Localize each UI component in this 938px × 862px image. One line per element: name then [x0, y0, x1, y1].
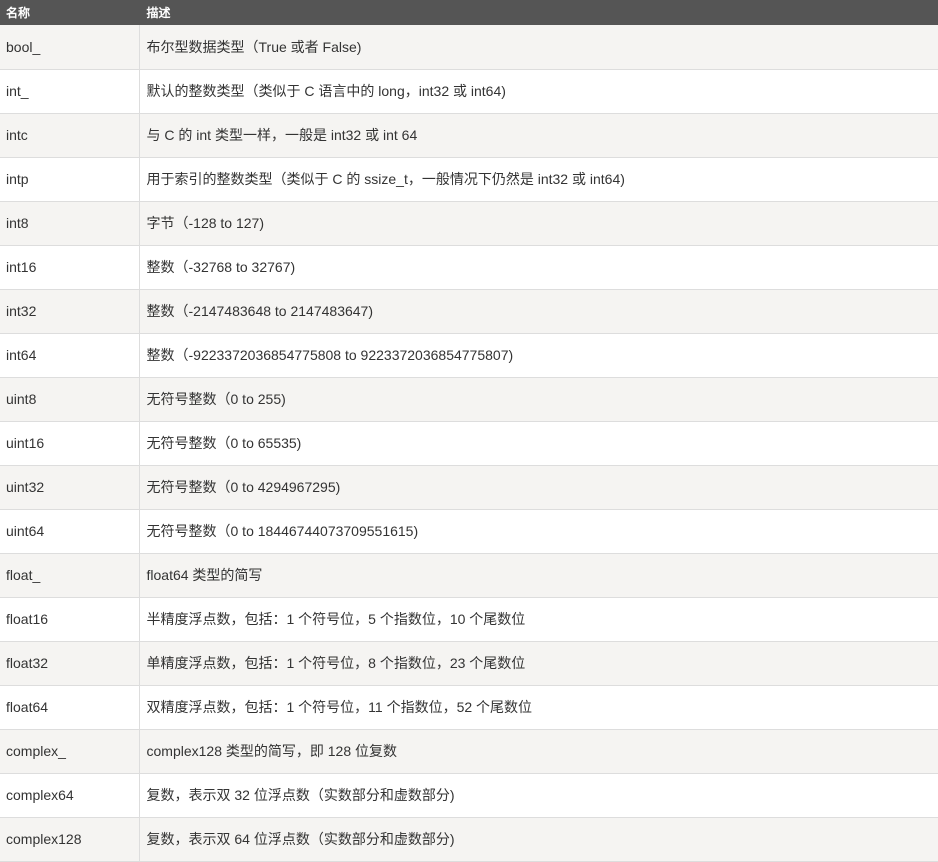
dtype-name-cell: int32 [0, 289, 139, 334]
table-body: bool_ 布尔型数据类型（True 或者 False) int_ 默认的整数类型（类… [0, 25, 938, 862]
table-row: float16 半精度浮点数，包括：1 个符号位，5 个指数位，10 个尾数位 [0, 597, 938, 642]
dtype-description-cell: 半精度浮点数，包括：1 个符号位，5 个指数位，10 个尾数位 [138, 597, 938, 642]
table-row: intp 用于索引的整数类型（类似于 C 的 ssize_t，一般情况下仍然是 i… [0, 157, 938, 202]
dtype-description-cell: complex128 类型的简写，即 128 位复数 [138, 729, 938, 774]
dtype-name-cell: uint32 [0, 465, 139, 510]
table-row: bool_ 布尔型数据类型（True 或者 False) [0, 25, 938, 70]
dtype-name-cell: float64 [0, 685, 139, 730]
table-row: uint64 无符号整数（0 to 18446744073709551615) [0, 509, 938, 554]
table-row: int32 整数（-2147483648 to 2147483647) [0, 289, 938, 334]
dtype-name-cell: int_ [0, 69, 139, 114]
dtype-description-cell: 复数，表示双 64 位浮点数（实数部分和虚数部分) [138, 817, 938, 862]
dtype-name-cell: uint64 [0, 509, 139, 554]
dtype-name-cell: intc [0, 113, 139, 158]
dtype-name-cell: int16 [0, 245, 139, 290]
dtype-name-cell: complex64 [0, 773, 139, 818]
dtype-name-cell: uint8 [0, 377, 139, 422]
dtype-name-cell: float_ [0, 553, 139, 598]
table-row: int64 整数（-9223372036854775808 to 92233720… [0, 333, 938, 378]
dtype-description-cell: 无符号整数（0 to 65535) [138, 421, 938, 466]
header-row: 名称 描述 [0, 0, 938, 25]
table-row: intc 与 C 的 int 类型一样，一般是 int32 或 int 64 [0, 113, 938, 158]
dtype-description-cell: 无符号整数（0 to 4294967295) [138, 465, 938, 510]
table-row: float32 单精度浮点数，包括：1 个符号位，8 个指数位，23 个尾数位 [0, 641, 938, 686]
dtype-name-cell: int64 [0, 333, 139, 378]
header-name: 名称 [0, 0, 139, 25]
table-row: int8 字节（-128 to 127) [0, 201, 938, 246]
table-row: float64 双精度浮点数，包括：1 个符号位，11 个指数位，52 个尾数位 [0, 685, 938, 730]
dtype-name-cell: float16 [0, 597, 139, 642]
dtype-description-cell: 无符号整数（0 to 255) [138, 377, 938, 422]
dtype-description-cell: 用于索引的整数类型（类似于 C 的 ssize_t，一般情况下仍然是 int32… [138, 157, 938, 202]
dtype-table: 名称 描述 bool_ 布尔型数据类型（True 或者 False) int_ 默认的… [0, 0, 938, 862]
table-row: uint8 无符号整数（0 to 255) [0, 377, 938, 422]
table-row: float_ float64 类型的简写 [0, 553, 938, 598]
dtype-description-cell: 双精度浮点数，包括：1 个符号位，11 个指数位，52 个尾数位 [138, 685, 938, 730]
dtype-description-cell: 无符号整数（0 to 18446744073709551615) [138, 509, 938, 554]
dtype-name-cell: complex128 [0, 817, 139, 862]
dtype-description-cell: 整数（-9223372036854775808 to 9223372036854… [138, 333, 938, 378]
dtype-name-cell: complex_ [0, 729, 139, 774]
dtype-description-cell: 字节（-128 to 127) [138, 201, 938, 246]
table-row: uint32 无符号整数（0 to 4294967295) [0, 465, 938, 510]
dtype-name-cell: int8 [0, 201, 139, 246]
dtype-description-cell: 整数（-32768 to 32767) [138, 245, 938, 290]
dtype-description-cell: 单精度浮点数，包括：1 个符号位，8 个指数位，23 个尾数位 [138, 641, 938, 686]
dtype-description-cell: 与 C 的 int 类型一样，一般是 int32 或 int 64 [138, 113, 938, 158]
dtype-description-cell: 布尔型数据类型（True 或者 False) [138, 25, 938, 70]
table-row: int16 整数（-32768 to 32767) [0, 245, 938, 290]
dtype-description-cell: 复数，表示双 32 位浮点数（实数部分和虚数部分) [138, 773, 938, 818]
dtype-description-cell: 默认的整数类型（类似于 C 语言中的 long，int32 或 int64) [138, 69, 938, 114]
dtype-description-cell: 整数（-2147483648 to 2147483647) [138, 289, 938, 334]
table-row: complex64 复数，表示双 32 位浮点数（实数部分和虚数部分) [0, 773, 938, 818]
dtype-name-cell: uint16 [0, 421, 139, 466]
dtype-name-cell: intp [0, 157, 139, 202]
table-row: complex_ complex128 类型的简写，即 128 位复数 [0, 729, 938, 774]
table-row: int_ 默认的整数类型（类似于 C 语言中的 long，int32 或 int6… [0, 69, 938, 114]
dtype-name-cell: float32 [0, 641, 139, 686]
table-row: complex128 复数，表示双 64 位浮点数（实数部分和虚数部分) [0, 817, 938, 862]
table-header: 名称 描述 [0, 0, 938, 25]
dtype-name-cell: bool_ [0, 25, 139, 70]
header-description: 描述 [138, 0, 938, 25]
table-row: uint16 无符号整数（0 to 65535) [0, 421, 938, 466]
dtype-description-cell: float64 类型的简写 [138, 553, 938, 598]
